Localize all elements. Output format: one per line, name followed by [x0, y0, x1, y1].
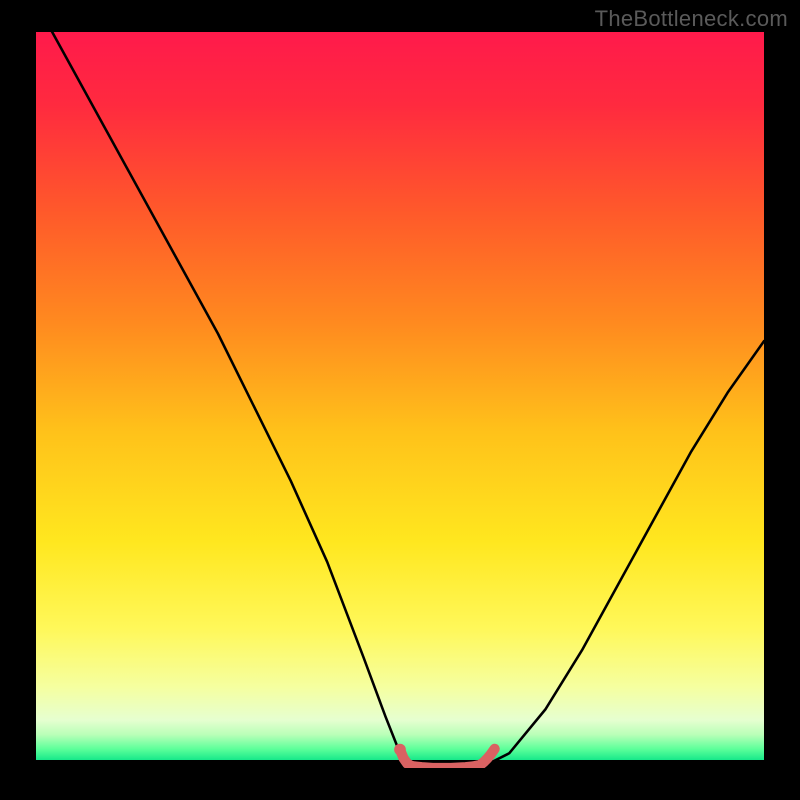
- curve-layer: [36, 32, 764, 768]
- optimal-zone-marker: [400, 749, 495, 768]
- chart-frame: TheBottleneck.com: [0, 0, 800, 800]
- watermark-text: TheBottleneck.com: [595, 6, 788, 32]
- bottleneck-curve: [36, 32, 764, 768]
- optimal-zone-start-dot: [394, 744, 406, 756]
- plot-area: [36, 32, 764, 768]
